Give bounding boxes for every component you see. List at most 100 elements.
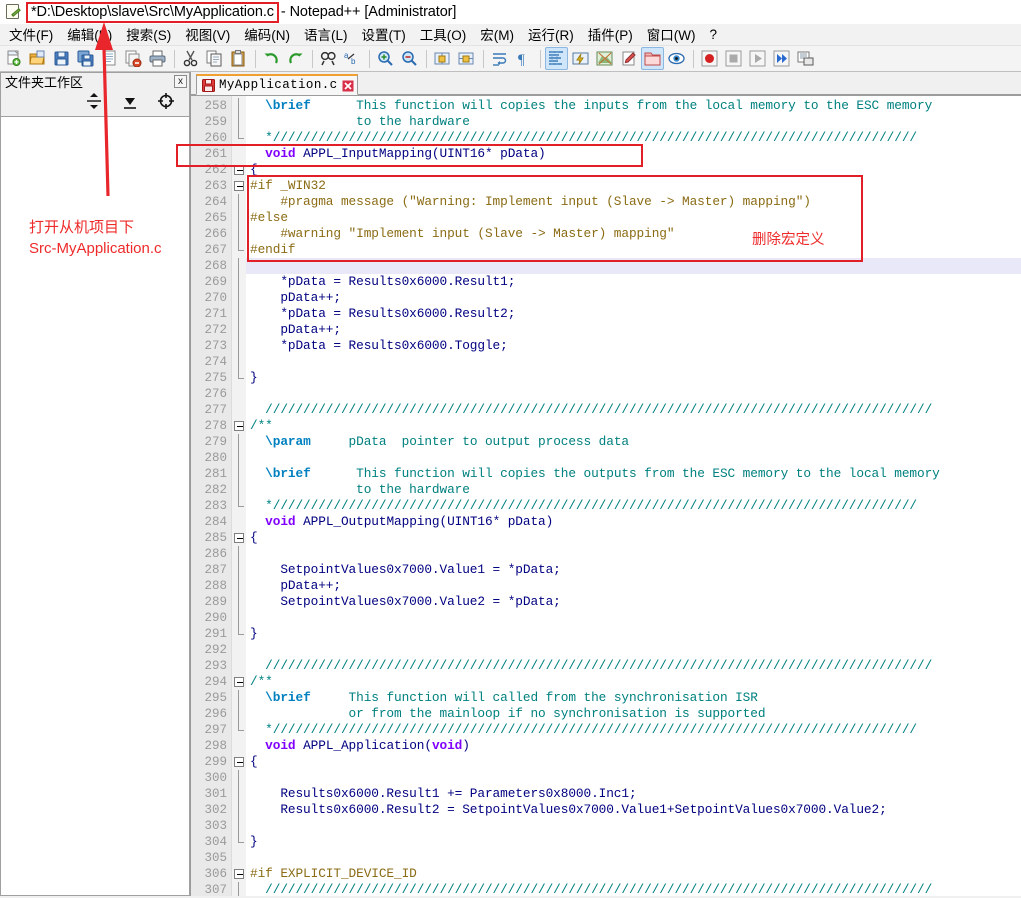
folder-workspace-tree[interactable]: 打开从机项目下 Src-MyApplication.c [0,117,190,896]
code-line[interactable]: pData++; [246,578,1021,594]
show-all-chars-icon[interactable]: ¶ [512,47,535,70]
document-map-icon[interactable] [593,47,616,70]
fold-marker[interactable] [232,418,246,434]
code-line[interactable]: SetpointValues0x7000.Value1 = *pData; [246,562,1021,578]
code-line[interactable]: #else [246,210,1021,226]
record-macro-icon[interactable] [698,47,721,70]
code-line[interactable]: Results0x6000.Result2 = SetpointValues0x… [246,802,1021,818]
folder-workspace-icon[interactable] [641,47,664,70]
code-line[interactable]: SetpointValues0x7000.Value2 = *pData; [246,594,1021,610]
code-line[interactable]: *pData = Results0x6000.Result2; [246,306,1021,322]
code-line[interactable]: or from the mainloop if no synchronisati… [246,706,1021,722]
code-line[interactable] [246,450,1021,466]
zoom-in-icon[interactable] [374,47,397,70]
code-line[interactable]: { [246,754,1021,770]
code-line[interactable]: *///////////////////////////////////////… [246,498,1021,514]
copy-icon[interactable] [203,47,226,70]
zoom-out-icon[interactable] [398,47,421,70]
code-line[interactable]: #warning "Implement input (Slave -> Mast… [246,226,1021,242]
code-line[interactable]: *pData = Results0x6000.Toggle; [246,338,1021,354]
save-icon[interactable] [50,47,73,70]
code-line[interactable]: #pragma message ("Warning: Implement inp… [246,194,1021,210]
sync-horizontal-icon[interactable] [455,47,478,70]
code-line[interactable] [246,546,1021,562]
code-line[interactable] [246,354,1021,370]
menu-edit[interactable]: 编辑(E) [60,22,119,47]
code-line[interactable]: #if _WIN32 [246,178,1021,194]
close-all-icon[interactable] [122,47,145,70]
play-multiple-icon[interactable] [770,47,793,70]
print-icon[interactable] [146,47,169,70]
fold-marker[interactable] [232,754,246,770]
new-file-icon[interactable] [2,47,25,70]
code-line[interactable] [246,610,1021,626]
open-file-icon[interactable] [26,47,49,70]
close-icon[interactable] [342,79,354,92]
code-line[interactable] [246,386,1021,402]
paste-icon[interactable] [227,47,250,70]
close-icon[interactable]: x [174,75,187,88]
menu-plugins[interactable]: 插件(P) [581,22,640,47]
menu-settings[interactable]: 设置(T) [355,22,413,47]
code-line[interactable]: #endif [246,242,1021,258]
code-line[interactable]: { [246,530,1021,546]
code-line[interactable]: /** [246,418,1021,434]
menu-help[interactable]: ? [702,25,724,45]
word-wrap-icon[interactable] [488,47,511,70]
fold-marker[interactable] [232,674,246,690]
menu-macro[interactable]: 宏(M) [473,22,521,47]
stop-macro-icon[interactable] [722,47,745,70]
code-line[interactable] [246,850,1021,866]
play-macro-icon[interactable] [746,47,769,70]
code-line[interactable]: } [246,626,1021,642]
menu-run[interactable]: 运行(R) [521,22,581,47]
code-line[interactable]: void APPL_OutputMapping(UINT16* pData) [246,514,1021,530]
close-file-icon[interactable] [98,47,121,70]
menu-language[interactable]: 语言(L) [297,22,355,47]
replace-icon[interactable]: ab [341,47,364,70]
menu-file[interactable]: 文件(F) [2,22,60,47]
code-line[interactable]: pData++; [246,322,1021,338]
code-line[interactable] [246,818,1021,834]
menu-window[interactable]: 窗口(W) [640,22,703,47]
code-line[interactable]: /** [246,674,1021,690]
udl-dialog-icon[interactable] [569,47,592,70]
fold-margin[interactable] [232,96,246,896]
menu-search[interactable]: 搜索(S) [119,22,178,47]
save-all-icon[interactable] [74,47,97,70]
fold-marker[interactable] [232,866,246,882]
code-line[interactable]: *pData = Results0x6000.Result1; [246,274,1021,290]
code-line[interactable] [246,642,1021,658]
code-text-area[interactable]: \brief This function will copies the inp… [246,96,1021,896]
fold-marker[interactable] [232,530,246,546]
code-line[interactable]: ////////////////////////////////////////… [246,658,1021,674]
code-line[interactable]: #if EXPLICIT_DEVICE_ID [246,866,1021,882]
function-list-icon[interactable] [617,47,640,70]
fold-marker[interactable] [232,178,246,194]
tab-myapplication-c[interactable]: MyApplication.c [196,74,358,95]
code-line[interactable]: ////////////////////////////////////////… [246,402,1021,418]
find-icon[interactable] [317,47,340,70]
code-line[interactable]: to the hardware [246,114,1021,130]
sync-vertical-icon[interactable] [431,47,454,70]
code-line[interactable]: \brief This function will called from th… [246,690,1021,706]
fold-marker[interactable] [232,162,246,178]
monitoring-icon[interactable] [665,47,688,70]
redo-icon[interactable] [284,47,307,70]
menu-view[interactable]: 视图(V) [178,22,237,47]
code-line[interactable] [246,258,1021,274]
code-line[interactable]: pData++; [246,290,1021,306]
code-line[interactable]: } [246,370,1021,386]
save-macro-icon[interactable] [794,47,817,70]
code-line[interactable]: *///////////////////////////////////////… [246,722,1021,738]
code-line[interactable]: Results0x6000.Result1 += Parameters0x800… [246,786,1021,802]
menu-tools[interactable]: 工具(O) [413,22,474,47]
code-line[interactable]: void APPL_InputMapping(UINT16* pData) [246,146,1021,162]
code-line[interactable]: \brief This function will copies the out… [246,466,1021,482]
expand-all-icon[interactable] [85,92,103,115]
code-editor[interactable]: 258 259 260 261 262 263 264 265 266 267 268 269 270 2… [191,95,1021,896]
code-line[interactable]: *///////////////////////////////////////… [246,130,1021,146]
menu-encoding[interactable]: 编码(N) [237,22,297,47]
code-line[interactable]: { [246,162,1021,178]
collapse-all-icon[interactable] [121,92,139,115]
